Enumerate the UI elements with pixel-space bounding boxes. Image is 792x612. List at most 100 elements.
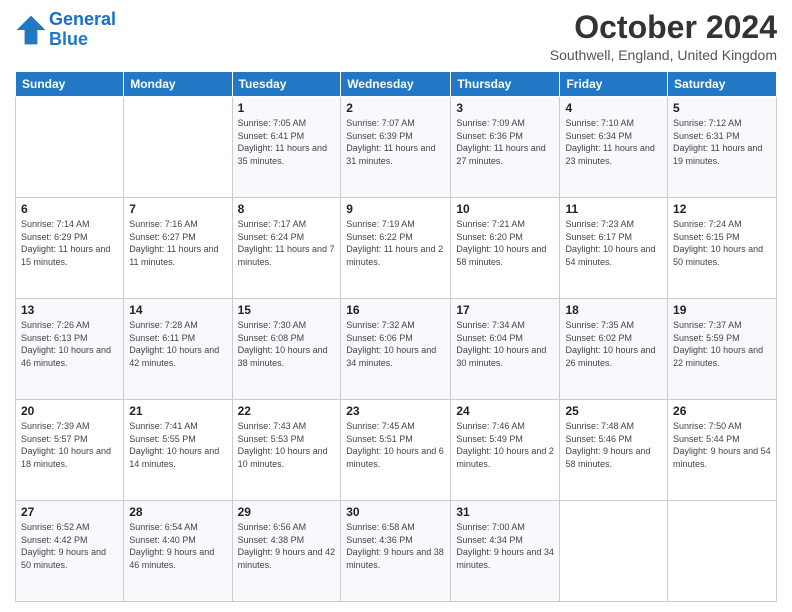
day-info: Sunrise: 7:50 AMSunset: 5:44 PMDaylight:… xyxy=(673,420,771,470)
calendar-cell: 17 Sunrise: 7:34 AMSunset: 6:04 PMDayligh… xyxy=(451,299,560,400)
calendar-cell: 18 Sunrise: 7:35 AMSunset: 6:02 PMDayligh… xyxy=(560,299,668,400)
day-number: 30 xyxy=(346,505,445,519)
day-info: Sunrise: 6:56 AMSunset: 4:38 PMDaylight:… xyxy=(238,521,336,571)
calendar-cell: 1Sunrise: 7:05 AMSunset: 6:41 PMDaylight… xyxy=(232,97,341,198)
calendar-cell: 20 Sunrise: 7:39 AMSunset: 5:57 PMDayligh… xyxy=(16,400,124,501)
weekday-header-friday: Friday xyxy=(560,72,668,97)
calendar-cell: 29 Sunrise: 6:56 AMSunset: 4:38 PMDayligh… xyxy=(232,501,341,602)
calendar-cell: 19Sunrise: 7:37 AMSunset: 5:59 PMDayligh… xyxy=(668,299,777,400)
day-info: Sunrise: 7:12 AMSunset: 6:31 PMDaylight:… xyxy=(673,117,771,167)
calendar-header: SundayMondayTuesdayWednesdayThursdayFrid… xyxy=(16,72,777,97)
logo: General Blue xyxy=(15,10,116,50)
logo-line1: General xyxy=(49,9,116,29)
calendar-cell: 9Sunrise: 7:19 AMSunset: 6:22 PMDaylight… xyxy=(341,198,451,299)
weekday-header-thursday: Thursday xyxy=(451,72,560,97)
day-info: Sunrise: 7:09 AMSunset: 6:36 PMDaylight:… xyxy=(456,117,554,167)
day-info: Sunrise: 7:39 AMSunset: 5:57 PMDaylight:… xyxy=(21,420,118,470)
calendar-cell: 31Sunrise: 7:00 AMSunset: 4:34 PMDayligh… xyxy=(451,501,560,602)
day-number: 29 xyxy=(238,505,336,519)
day-number: 12 xyxy=(673,202,771,216)
day-number: 20 xyxy=(21,404,118,418)
calendar-cell: 11 Sunrise: 7:23 AMSunset: 6:17 PMDayligh… xyxy=(560,198,668,299)
day-number: 24 xyxy=(456,404,554,418)
calendar-cell: 2 Sunrise: 7:07 AMSunset: 6:39 PMDaylight… xyxy=(341,97,451,198)
day-info: Sunrise: 7:24 AMSunset: 6:15 PMDaylight:… xyxy=(673,218,771,268)
day-number: 23 xyxy=(346,404,445,418)
calendar-cell: 13 Sunrise: 7:26 AMSunset: 6:13 PMDayligh… xyxy=(16,299,124,400)
day-info: Sunrise: 7:19 AMSunset: 6:22 PMDaylight:… xyxy=(346,218,445,268)
week-row: 20 Sunrise: 7:39 AMSunset: 5:57 PMDayligh… xyxy=(16,400,777,501)
weekday-header-tuesday: Tuesday xyxy=(232,72,341,97)
calendar-cell: 22Sunrise: 7:43 AMSunset: 5:53 PMDayligh… xyxy=(232,400,341,501)
calendar-cell xyxy=(16,97,124,198)
weekday-header-sunday: Sunday xyxy=(16,72,124,97)
week-row: 1Sunrise: 7:05 AMSunset: 6:41 PMDaylight… xyxy=(16,97,777,198)
calendar-cell: 7Sunrise: 7:16 AMSunset: 6:27 PMDaylight… xyxy=(124,198,232,299)
calendar-cell: 24 Sunrise: 7:46 AMSunset: 5:49 PMDayligh… xyxy=(451,400,560,501)
calendar-cell: 15Sunrise: 7:30 AMSunset: 6:08 PMDayligh… xyxy=(232,299,341,400)
day-number: 5 xyxy=(673,101,771,115)
day-number: 2 xyxy=(346,101,445,115)
calendar-cell: 23Sunrise: 7:45 AMSunset: 5:51 PMDayligh… xyxy=(341,400,451,501)
day-number: 4 xyxy=(565,101,662,115)
day-info: Sunrise: 7:21 AMSunset: 6:20 PMDaylight:… xyxy=(456,218,554,268)
page: General Blue October 2024 Southwell, Eng… xyxy=(0,0,792,612)
calendar-cell: 12 Sunrise: 7:24 AMSunset: 6:15 PMDayligh… xyxy=(668,198,777,299)
day-info: Sunrise: 6:58 AMSunset: 4:36 PMDaylight:… xyxy=(346,521,445,571)
calendar-cell: 27Sunrise: 6:52 AMSunset: 4:42 PMDayligh… xyxy=(16,501,124,602)
weekday-header-wednesday: Wednesday xyxy=(341,72,451,97)
week-row: 13 Sunrise: 7:26 AMSunset: 6:13 PMDayligh… xyxy=(16,299,777,400)
day-info: Sunrise: 7:07 AMSunset: 6:39 PMDaylight:… xyxy=(346,117,445,167)
day-info: Sunrise: 7:16 AMSunset: 6:27 PMDaylight:… xyxy=(129,218,226,268)
calendar-cell: 3 Sunrise: 7:09 AMSunset: 6:36 PMDaylight… xyxy=(451,97,560,198)
day-number: 10 xyxy=(456,202,554,216)
day-info: Sunrise: 7:05 AMSunset: 6:41 PMDaylight:… xyxy=(238,117,336,167)
week-row: 27Sunrise: 6:52 AMSunset: 4:42 PMDayligh… xyxy=(16,501,777,602)
weekday-header-monday: Monday xyxy=(124,72,232,97)
month-title: October 2024 xyxy=(550,10,777,45)
calendar-cell: 10 Sunrise: 7:21 AMSunset: 6:20 PMDayligh… xyxy=(451,198,560,299)
day-info: Sunrise: 7:46 AMSunset: 5:49 PMDaylight:… xyxy=(456,420,554,470)
day-number: 6 xyxy=(21,202,118,216)
day-info: Sunrise: 7:14 AMSunset: 6:29 PMDaylight:… xyxy=(21,218,118,268)
calendar-cell: 30 Sunrise: 6:58 AMSunset: 4:36 PMDayligh… xyxy=(341,501,451,602)
location: Southwell, England, United Kingdom xyxy=(550,47,777,63)
day-number: 21 xyxy=(129,404,226,418)
day-number: 25 xyxy=(565,404,662,418)
day-number: 28 xyxy=(129,505,226,519)
calendar-cell: 6 Sunrise: 7:14 AMSunset: 6:29 PMDaylight… xyxy=(16,198,124,299)
day-info: Sunrise: 7:43 AMSunset: 5:53 PMDaylight:… xyxy=(238,420,336,470)
day-number: 11 xyxy=(565,202,662,216)
calendar-cell: 26 Sunrise: 7:50 AMSunset: 5:44 PMDayligh… xyxy=(668,400,777,501)
day-number: 19 xyxy=(673,303,771,317)
calendar-cell: 16Sunrise: 7:32 AMSunset: 6:06 PMDayligh… xyxy=(341,299,451,400)
weekday-header-saturday: Saturday xyxy=(668,72,777,97)
calendar-cell: 28Sunrise: 6:54 AMSunset: 4:40 PMDayligh… xyxy=(124,501,232,602)
day-info: Sunrise: 7:35 AMSunset: 6:02 PMDaylight:… xyxy=(565,319,662,369)
calendar-cell: 4 Sunrise: 7:10 AMSunset: 6:34 PMDaylight… xyxy=(560,97,668,198)
calendar-cell xyxy=(668,501,777,602)
day-number: 13 xyxy=(21,303,118,317)
day-info: Sunrise: 6:52 AMSunset: 4:42 PMDaylight:… xyxy=(21,521,118,571)
day-number: 26 xyxy=(673,404,771,418)
logo-icon xyxy=(15,14,47,46)
day-number: 3 xyxy=(456,101,554,115)
day-info: Sunrise: 7:34 AMSunset: 6:04 PMDaylight:… xyxy=(456,319,554,369)
calendar-cell: 5 Sunrise: 7:12 AMSunset: 6:31 PMDaylight… xyxy=(668,97,777,198)
day-number: 17 xyxy=(456,303,554,317)
day-number: 18 xyxy=(565,303,662,317)
logo-text: General Blue xyxy=(49,10,116,50)
day-info: Sunrise: 7:26 AMSunset: 6:13 PMDaylight:… xyxy=(21,319,118,369)
day-info: Sunrise: 7:10 AMSunset: 6:34 PMDaylight:… xyxy=(565,117,662,167)
logo-line2: Blue xyxy=(49,29,88,49)
calendar-cell: 21 Sunrise: 7:41 AMSunset: 5:55 PMDayligh… xyxy=(124,400,232,501)
day-info: Sunrise: 7:23 AMSunset: 6:17 PMDaylight:… xyxy=(565,218,662,268)
day-info: Sunrise: 7:41 AMSunset: 5:55 PMDaylight:… xyxy=(129,420,226,470)
day-info: Sunrise: 7:48 AMSunset: 5:46 PMDaylight:… xyxy=(565,420,662,470)
calendar-cell: 8Sunrise: 7:17 AMSunset: 6:24 PMDaylight… xyxy=(232,198,341,299)
week-row: 6 Sunrise: 7:14 AMSunset: 6:29 PMDaylight… xyxy=(16,198,777,299)
calendar-cell: 14Sunrise: 7:28 AMSunset: 6:11 PMDayligh… xyxy=(124,299,232,400)
day-number: 14 xyxy=(129,303,226,317)
calendar-body: 1Sunrise: 7:05 AMSunset: 6:41 PMDaylight… xyxy=(16,97,777,602)
day-number: 16 xyxy=(346,303,445,317)
